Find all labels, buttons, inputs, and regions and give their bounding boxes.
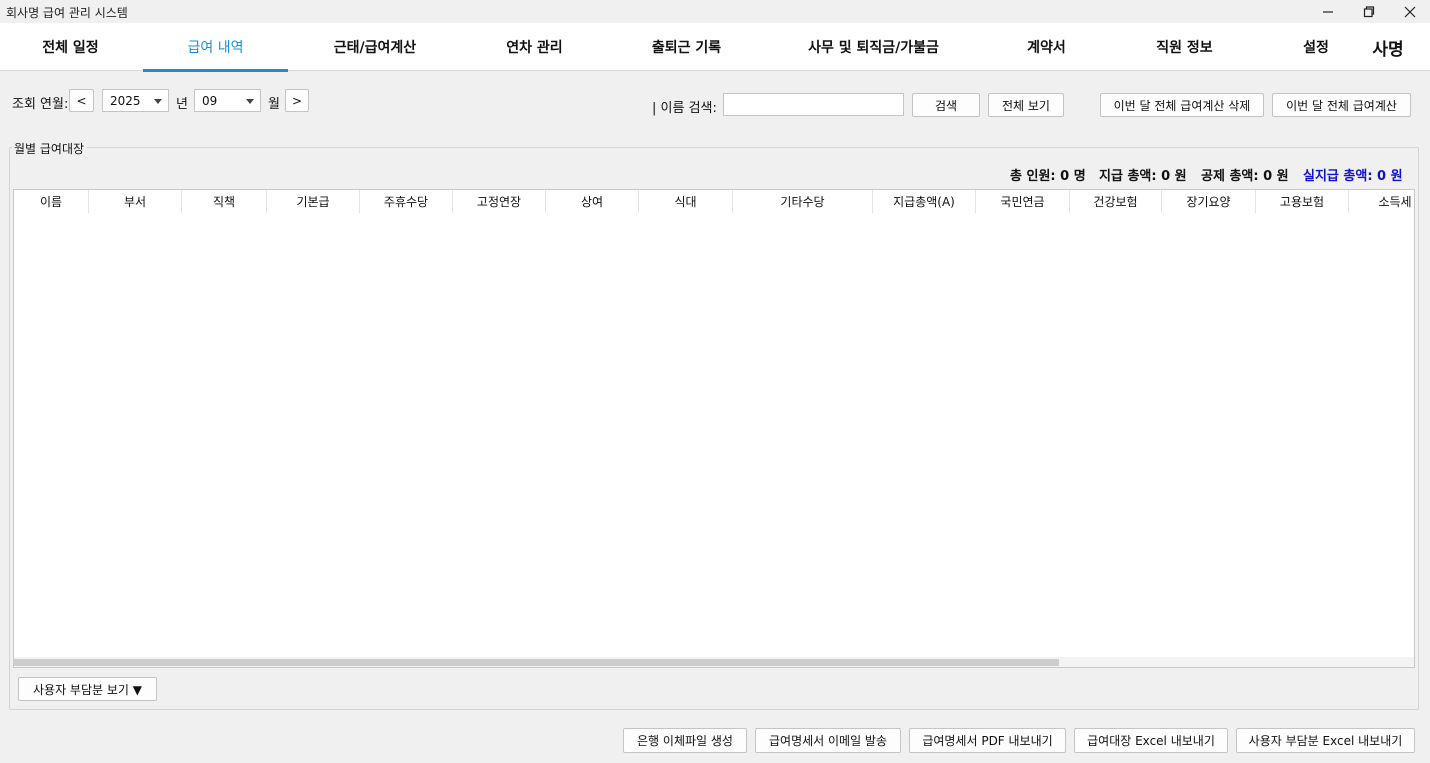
tab-attendance-payroll[interactable]: 근태/급여계산: [290, 23, 460, 71]
payroll-table[interactable]: 이름 부서 직책 기본급 주휴수당 고정연장 상여 식대 기타수당 지급총액(A…: [13, 189, 1415, 668]
column-header-long-term-care[interactable]: 장기요양: [1162, 190, 1256, 213]
column-header-bonus[interactable]: 상여: [546, 190, 639, 213]
export-employer-share-excel-button[interactable]: 사용자 부담분 Excel 내보내기: [1236, 728, 1415, 753]
title-bar: 회사명 급여 관리 시스템: [0, 0, 1430, 23]
minimize-icon[interactable]: [1308, 0, 1348, 23]
close-icon[interactable]: [1390, 0, 1430, 23]
column-header-weekly-holiday-allowance[interactable]: 주휴수당: [360, 190, 453, 213]
total-pay-summary: 지급 총액: 0 원: [1099, 169, 1187, 184]
tab-schedule[interactable]: 전체 일정: [0, 23, 141, 71]
chevron-down-icon: [246, 99, 254, 104]
year-value: 2025: [110, 93, 141, 108]
search-button[interactable]: 검색: [912, 93, 980, 117]
year-select[interactable]: 2025: [102, 89, 169, 112]
month-value: 09: [202, 93, 218, 108]
month-select[interactable]: 09: [194, 89, 261, 112]
column-header-health-insurance[interactable]: 건강보험: [1070, 190, 1162, 213]
column-header-income-tax[interactable]: 소득세: [1349, 190, 1414, 213]
window-title: 회사명 급여 관리 시스템: [6, 6, 128, 20]
tab-clock-records[interactable]: 출퇴근 기록: [609, 23, 764, 71]
tab-leave[interactable]: 연차 관리: [462, 23, 607, 71]
tab-office-severance[interactable]: 사무 및 퇴직금/가불금: [766, 23, 981, 71]
column-header-base-pay[interactable]: 기본급: [267, 190, 360, 213]
month-unit-label: 월: [268, 97, 280, 112]
column-header-meal-allowance[interactable]: 식대: [639, 190, 733, 213]
column-header-national-pension[interactable]: 국민연금: [976, 190, 1070, 213]
tab-payroll-history[interactable]: 급여 내역: [143, 23, 288, 72]
tab-settings[interactable]: 설정: [1259, 23, 1373, 71]
net-pay-summary: 실지급 총액: 0 원: [1303, 169, 1403, 184]
chevron-down-icon: [154, 99, 162, 104]
delete-month-payroll-button[interactable]: 이번 달 전체 급여계산 삭제: [1100, 93, 1264, 117]
tab-employee-info[interactable]: 직원 정보: [1112, 23, 1257, 71]
email-payslip-button[interactable]: 급여명세서 이메일 발송: [755, 728, 901, 753]
horizontal-scrollbar[interactable]: [14, 657, 1414, 667]
company-name: 사명: [1372, 39, 1404, 60]
column-header-employment-insurance[interactable]: 고용보험: [1256, 190, 1349, 213]
column-header-gross-pay[interactable]: 지급총액(A): [873, 190, 976, 213]
column-header-department[interactable]: 부서: [89, 190, 182, 213]
table-header: 이름 부서 직책 기본급 주휴수당 고정연장 상여 식대 기타수당 지급총액(A…: [14, 190, 1414, 213]
column-header-fixed-overtime[interactable]: 고정연장: [453, 190, 546, 213]
main-tab-bar: 전체 일정 급여 내역 근태/급여계산 연차 관리 출퇴근 기록 사무 및 퇴직…: [0, 23, 1430, 72]
period-label: 조회 연월:: [12, 97, 69, 112]
bank-transfer-file-button[interactable]: 은행 이체파일 생성: [623, 728, 747, 753]
show-all-button[interactable]: 전체 보기: [988, 93, 1064, 117]
column-header-other-allowance[interactable]: 기타수당: [733, 190, 873, 213]
tab-contracts[interactable]: 계약서: [983, 23, 1110, 71]
ledger-title: 월별 급여대장: [12, 140, 88, 157]
column-header-name[interactable]: 이름: [14, 190, 89, 213]
scrollbar-thumb[interactable]: [14, 659, 1059, 666]
calc-month-payroll-button[interactable]: 이번 달 전체 급여계산: [1272, 93, 1411, 117]
export-payslip-pdf-button[interactable]: 급여명세서 PDF 내보내기: [909, 728, 1066, 753]
name-search-label: | 이름 검색:: [652, 101, 717, 116]
employer-share-toggle-button[interactable]: 사용자 부담분 보기 ▼: [18, 677, 157, 701]
prev-month-button[interactable]: <: [69, 89, 94, 112]
column-header-position[interactable]: 직책: [182, 190, 267, 213]
next-month-button[interactable]: >: [285, 89, 309, 112]
name-search-input[interactable]: [723, 93, 904, 116]
export-ledger-excel-button[interactable]: 급여대장 Excel 내보내기: [1074, 728, 1228, 753]
total-deduction-summary: 공제 총액: 0 원: [1201, 169, 1289, 184]
year-unit-label: 년: [176, 97, 188, 112]
restore-icon[interactable]: [1349, 0, 1389, 23]
total-staff-summary: 총 인원: 0 명: [1010, 169, 1086, 184]
